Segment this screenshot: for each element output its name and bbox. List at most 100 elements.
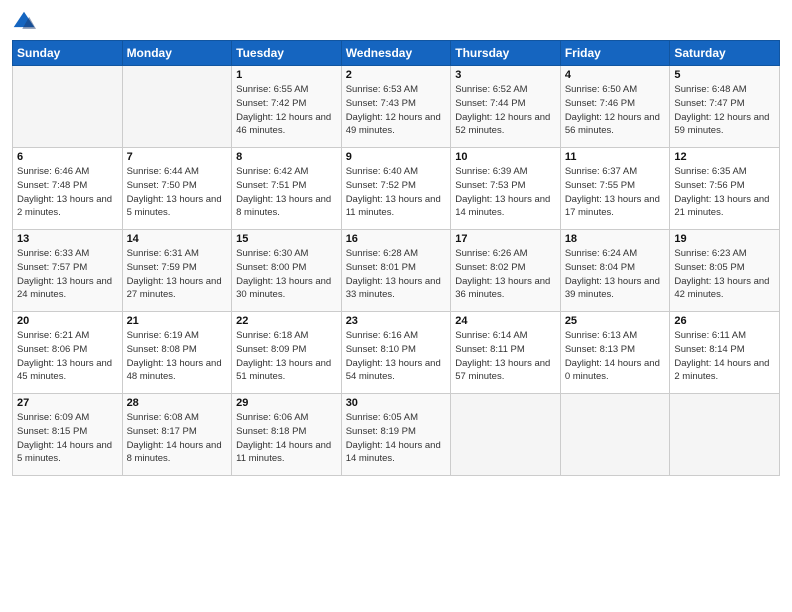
day-detail: Sunrise: 6:05 AMSunset: 8:19 PMDaylight:… <box>346 411 447 466</box>
day-number: 23 <box>346 315 447 327</box>
day-detail: Sunrise: 6:23 AMSunset: 8:05 PMDaylight:… <box>674 247 775 302</box>
table-row: 21Sunrise: 6:19 AMSunset: 8:08 PMDayligh… <box>122 312 232 394</box>
day-number: 13 <box>17 233 118 245</box>
day-detail: Sunrise: 6:19 AMSunset: 8:08 PMDaylight:… <box>127 329 228 384</box>
table-row: 15 Sunrise: 6:30 AMSunset: 8:00 PMDayligh… <box>232 230 342 312</box>
header <box>12 10 780 34</box>
day-number: 12 <box>674 151 775 163</box>
table-row: 16 Sunrise: 6:28 AMSunset: 8:01 PMDayligh… <box>341 230 451 312</box>
col-tuesday: Tuesday <box>232 41 342 66</box>
day-number: 2 <box>346 69 447 81</box>
table-row <box>560 394 670 476</box>
table-row <box>122 66 232 148</box>
day-number: 10 <box>455 151 556 163</box>
day-number: 24 <box>455 315 556 327</box>
calendar-table: Sunday Monday Tuesday Wednesday Thursday… <box>12 40 780 476</box>
day-number: 11 <box>565 151 666 163</box>
table-row: 27 Sunrise: 6:09 AMSunset: 8:15 PMDayligh… <box>13 394 123 476</box>
day-number: 16 <box>346 233 447 245</box>
day-number: 14 <box>127 233 228 245</box>
day-detail: Sunrise: 6:06 AMSunset: 8:18 PMDaylight:… <box>236 411 337 466</box>
day-detail: Sunrise: 6:14 AMSunset: 8:11 PMDaylight:… <box>455 329 556 384</box>
day-number: 4 <box>565 69 666 81</box>
table-row: 12 Sunrise: 6:35 AMSunset: 7:56 PMDayligh… <box>670 148 780 230</box>
logo-icon <box>12 10 36 34</box>
table-row: 3Sunrise: 6:52 AMSunset: 7:44 PMDaylight… <box>451 66 561 148</box>
day-number: 28 <box>127 397 228 409</box>
day-detail: Sunrise: 6:42 AMSunset: 7:51 PMDaylight:… <box>236 165 337 220</box>
table-row: 25 Sunrise: 6:13 AMSunset: 8:13 PMDayligh… <box>560 312 670 394</box>
table-row: 18 Sunrise: 6:24 AMSunset: 8:04 PMDayligh… <box>560 230 670 312</box>
logo <box>12 10 40 34</box>
day-number: 1 <box>236 69 337 81</box>
col-friday: Friday <box>560 41 670 66</box>
day-number: 19 <box>674 233 775 245</box>
table-row: 2 Sunrise: 6:53 AMSunset: 7:43 PMDaylight… <box>341 66 451 148</box>
day-detail: Sunrise: 6:24 AMSunset: 8:04 PMDaylight:… <box>565 247 666 302</box>
table-row: 28 Sunrise: 6:08 AMSunset: 8:17 PMDayligh… <box>122 394 232 476</box>
day-detail: Sunrise: 6:08 AMSunset: 8:17 PMDaylight:… <box>127 411 228 466</box>
day-detail: Sunrise: 6:55 AMSunset: 7:42 PMDaylight:… <box>236 83 337 138</box>
table-row <box>670 394 780 476</box>
day-number: 27 <box>17 397 118 409</box>
table-row: 30 Sunrise: 6:05 AMSunset: 8:19 PMDayligh… <box>341 394 451 476</box>
table-row: 26 Sunrise: 6:11 AMSunset: 8:14 PMDayligh… <box>670 312 780 394</box>
table-row: 20 Sunrise: 6:21 AMSunset: 8:06 PMDayligh… <box>13 312 123 394</box>
day-number: 17 <box>455 233 556 245</box>
day-number: 29 <box>236 397 337 409</box>
day-detail: Sunrise: 6:33 AMSunset: 7:57 PMDaylight:… <box>17 247 118 302</box>
col-saturday: Saturday <box>670 41 780 66</box>
day-number: 8 <box>236 151 337 163</box>
table-row <box>451 394 561 476</box>
col-thursday: Thursday <box>451 41 561 66</box>
table-row: 17 Sunrise: 6:26 AMSunset: 8:02 PMDayligh… <box>451 230 561 312</box>
col-monday: Monday <box>122 41 232 66</box>
day-detail: Sunrise: 6:39 AMSunset: 7:53 PMDaylight:… <box>455 165 556 220</box>
day-detail: Sunrise: 6:28 AMSunset: 8:01 PMDaylight:… <box>346 247 447 302</box>
day-detail: Sunrise: 6:40 AMSunset: 7:52 PMDaylight:… <box>346 165 447 220</box>
calendar-week-row: 1 Sunrise: 6:55 AMSunset: 7:42 PMDaylight… <box>13 66 780 148</box>
col-wednesday: Wednesday <box>341 41 451 66</box>
day-detail: Sunrise: 6:26 AMSunset: 8:02 PMDaylight:… <box>455 247 556 302</box>
day-detail: Sunrise: 6:46 AMSunset: 7:48 PMDaylight:… <box>17 165 118 220</box>
table-row: 11 Sunrise: 6:37 AMSunset: 7:55 PMDayligh… <box>560 148 670 230</box>
day-detail: Sunrise: 6:31 AMSunset: 7:59 PMDaylight:… <box>127 247 228 302</box>
day-number: 3 <box>455 69 556 81</box>
day-detail: Sunrise: 6:35 AMSunset: 7:56 PMDaylight:… <box>674 165 775 220</box>
page-container: Sunday Monday Tuesday Wednesday Thursday… <box>0 0 792 486</box>
table-row: 9 Sunrise: 6:40 AMSunset: 7:52 PMDaylight… <box>341 148 451 230</box>
day-number: 30 <box>346 397 447 409</box>
col-sunday: Sunday <box>13 41 123 66</box>
day-detail: Sunrise: 6:13 AMSunset: 8:13 PMDaylight:… <box>565 329 666 384</box>
day-detail: Sunrise: 6:53 AMSunset: 7:43 PMDaylight:… <box>346 83 447 138</box>
day-number: 18 <box>565 233 666 245</box>
day-detail: Sunrise: 6:21 AMSunset: 8:06 PMDaylight:… <box>17 329 118 384</box>
day-detail: Sunrise: 6:30 AMSunset: 8:00 PMDaylight:… <box>236 247 337 302</box>
day-detail: Sunrise: 6:50 AMSunset: 7:46 PMDaylight:… <box>565 83 666 138</box>
table-row: 24 Sunrise: 6:14 AMSunset: 8:11 PMDayligh… <box>451 312 561 394</box>
day-number: 9 <box>346 151 447 163</box>
day-number: 22 <box>236 315 337 327</box>
table-row: 8 Sunrise: 6:42 AMSunset: 7:51 PMDaylight… <box>232 148 342 230</box>
day-number: 25 <box>565 315 666 327</box>
table-row: 19 Sunrise: 6:23 AMSunset: 8:05 PMDayligh… <box>670 230 780 312</box>
day-detail: Sunrise: 6:09 AMSunset: 8:15 PMDaylight:… <box>17 411 118 466</box>
day-detail: Sunrise: 6:11 AMSunset: 8:14 PMDaylight:… <box>674 329 775 384</box>
table-row: 5Sunrise: 6:48 AMSunset: 7:47 PMDaylight… <box>670 66 780 148</box>
table-row: 4 Sunrise: 6:50 AMSunset: 7:46 PMDaylight… <box>560 66 670 148</box>
calendar-week-row: 6 Sunrise: 6:46 AMSunset: 7:48 PMDaylight… <box>13 148 780 230</box>
day-detail: Sunrise: 6:16 AMSunset: 8:10 PMDaylight:… <box>346 329 447 384</box>
day-number: 26 <box>674 315 775 327</box>
table-row: 29 Sunrise: 6:06 AMSunset: 8:18 PMDayligh… <box>232 394 342 476</box>
day-number: 15 <box>236 233 337 245</box>
day-number: 20 <box>17 315 118 327</box>
table-row: 1 Sunrise: 6:55 AMSunset: 7:42 PMDaylight… <box>232 66 342 148</box>
day-number: 6 <box>17 151 118 163</box>
day-number: 7 <box>127 151 228 163</box>
table-row: 22Sunrise: 6:18 AMSunset: 8:09 PMDayligh… <box>232 312 342 394</box>
day-detail: Sunrise: 6:44 AMSunset: 7:50 PMDaylight:… <box>127 165 228 220</box>
table-row: 23 Sunrise: 6:16 AMSunset: 8:10 PMDayligh… <box>341 312 451 394</box>
table-row: 13 Sunrise: 6:33 AMSunset: 7:57 PMDayligh… <box>13 230 123 312</box>
calendar-week-row: 20 Sunrise: 6:21 AMSunset: 8:06 PMDayligh… <box>13 312 780 394</box>
day-detail: Sunrise: 6:37 AMSunset: 7:55 PMDaylight:… <box>565 165 666 220</box>
